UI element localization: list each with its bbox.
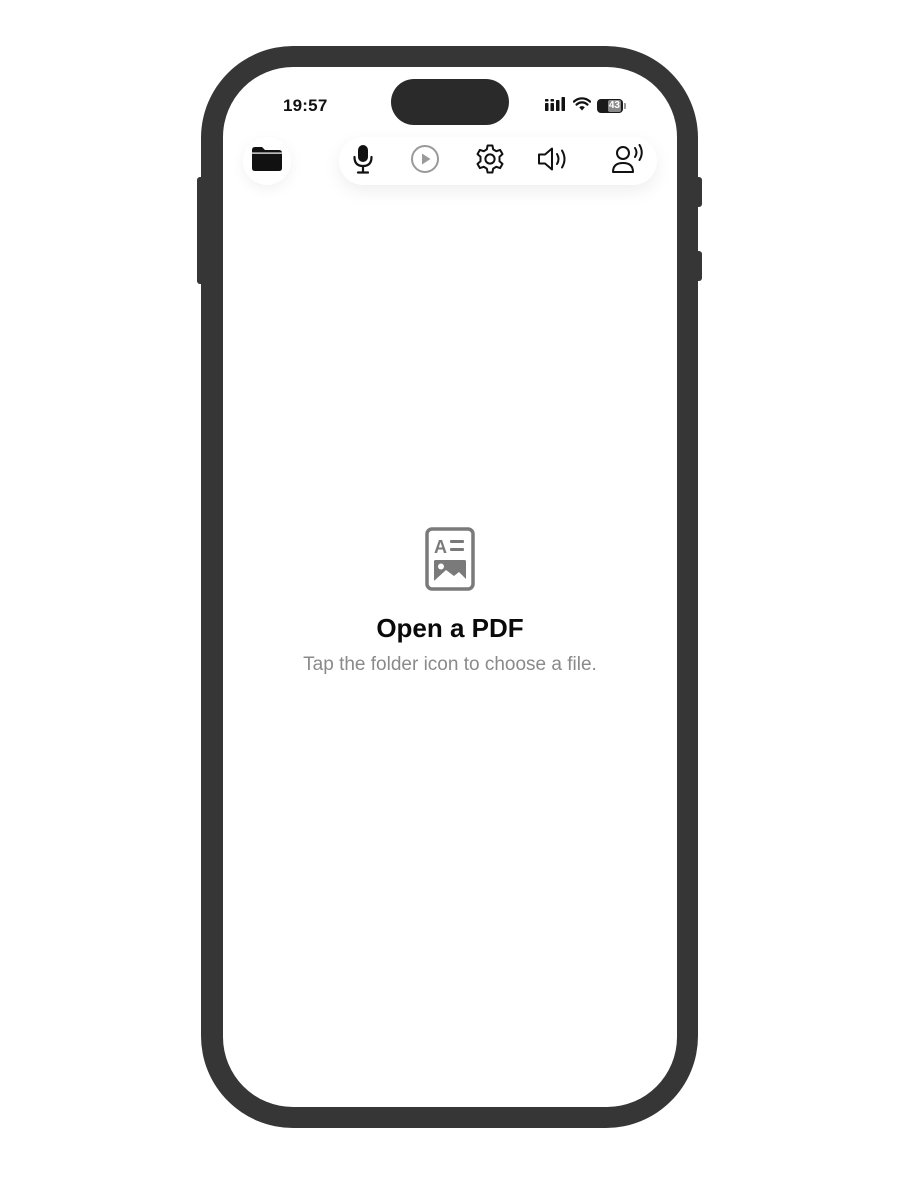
toolbar bbox=[339, 137, 657, 185]
voice-person-icon bbox=[611, 143, 645, 179]
speaker-button[interactable] bbox=[537, 144, 571, 178]
document-image-icon: A bbox=[424, 527, 476, 591]
play-button[interactable] bbox=[408, 144, 442, 178]
voice-button[interactable] bbox=[611, 143, 645, 179]
folder-button[interactable] bbox=[243, 137, 291, 185]
empty-state-subtitle: Tap the folder icon to choose a file. bbox=[303, 654, 597, 675]
microphone-icon bbox=[352, 144, 374, 179]
cellular-signal-icon bbox=[545, 96, 567, 116]
folder-icon bbox=[251, 146, 283, 177]
gear-icon bbox=[474, 143, 506, 180]
battery-level: 43 bbox=[607, 100, 621, 112]
microphone-button[interactable] bbox=[346, 144, 380, 178]
empty-state: A Open a PDF Tap the folder icon to choo… bbox=[223, 527, 677, 676]
wifi-icon bbox=[572, 96, 592, 116]
play-icon bbox=[410, 144, 440, 179]
status-icons: 43 bbox=[545, 96, 626, 116]
svg-text:A: A bbox=[434, 537, 447, 557]
speaker-icon bbox=[537, 145, 571, 178]
settings-button[interactable] bbox=[473, 144, 507, 178]
dynamic-island bbox=[391, 79, 509, 125]
status-time: 19:57 bbox=[283, 96, 328, 115]
empty-state-title: Open a PDF bbox=[376, 613, 524, 643]
phone-screen: 19:57 43 A Open a PDF Tap the folder ico… bbox=[223, 67, 677, 1107]
battery-icon: 43 bbox=[597, 99, 626, 113]
